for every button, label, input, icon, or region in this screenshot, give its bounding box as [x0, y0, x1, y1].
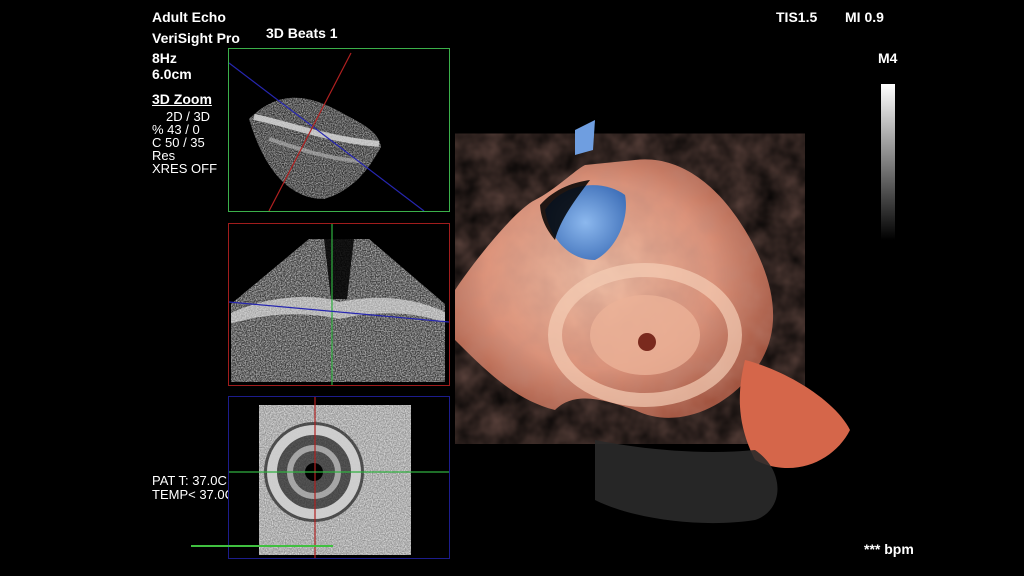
mode-label: Adult Echo [152, 9, 226, 25]
middle-view-image [229, 224, 449, 385]
probe-label: VeriSight Pro [152, 30, 240, 46]
map-label: M4 [878, 50, 898, 66]
zoom-line-xres: XRES OFF [152, 161, 218, 176]
panel-top-view[interactable] [228, 48, 450, 212]
tis-label: TIS1.5 [776, 9, 818, 25]
mi-label: MI 0.9 [845, 9, 884, 25]
patient-temp: PAT T: 37.0C [152, 473, 227, 488]
probe-temp: TEMP< 37.0C [152, 487, 235, 502]
zoom-title: 3D Zoom [152, 91, 212, 107]
heart-rate: *** bpm [864, 541, 914, 557]
depth-label: 6.0cm [152, 66, 192, 82]
bottom-view-image [229, 397, 449, 558]
scale-line [191, 545, 333, 547]
grayscale-bar [881, 84, 895, 240]
3d-volume-render[interactable] [455, 110, 875, 535]
panel-middle-view[interactable] [228, 223, 450, 386]
3d-render-image [455, 120, 850, 524]
panel-bottom-view[interactable] [228, 396, 450, 559]
top-view-image [229, 52, 425, 211]
frequency-label: 8Hz [152, 50, 177, 66]
view-title: 3D Beats 1 [266, 25, 338, 41]
